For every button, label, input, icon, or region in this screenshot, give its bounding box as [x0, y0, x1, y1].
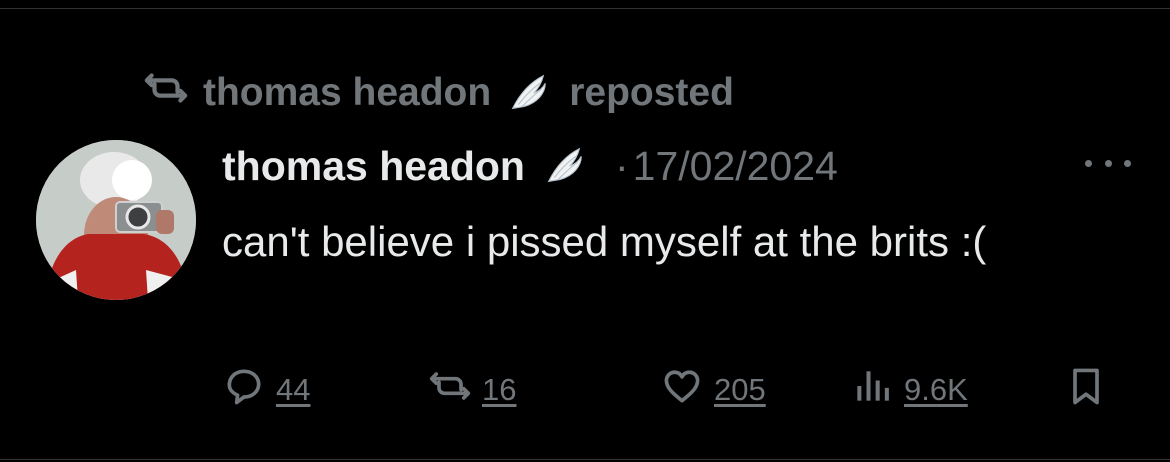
repost-icon — [428, 364, 482, 416]
tweet-header: thomas headon ·17/02/2024 — [222, 140, 838, 192]
tweet-meta: ·17/02/2024 — [605, 143, 838, 190]
bookmark-button[interactable] — [1064, 360, 1118, 420]
separator-dot: · — [614, 142, 629, 189]
views-count: 9.6K — [904, 372, 968, 407]
tweet-date[interactable]: 17/02/2024 — [633, 143, 838, 189]
reply-button[interactable]: 44 — [222, 360, 310, 420]
more-dot — [1085, 159, 1092, 167]
more-dot — [1104, 159, 1112, 167]
reposter-name[interactable]: thomas headon — [203, 71, 491, 115]
like-icon — [660, 364, 714, 416]
author-name[interactable]: thomas headon — [222, 143, 525, 190]
reply-count: 44 — [276, 372, 311, 407]
repost-indicator[interactable]: thomas headon reposted — [143, 70, 734, 116]
like-button[interactable]: 205 — [660, 360, 766, 420]
repost-icon — [143, 65, 203, 121]
tweet-actions: 44 16 205 9.6K — [222, 360, 1112, 420]
bottom-divider — [0, 459, 1170, 460]
more-dot — [1124, 159, 1131, 167]
repost-button[interactable]: 16 — [428, 360, 516, 420]
tweet-text: can't believe i pissed myself at the bri… — [222, 218, 987, 265]
wing-emoji-icon — [505, 70, 551, 116]
top-divider — [0, 8, 1170, 9]
repost-label: reposted — [569, 71, 734, 114]
repost-count: 16 — [482, 372, 517, 407]
reply-icon — [222, 364, 276, 416]
bookmark-icon — [1064, 364, 1118, 416]
avatar[interactable] — [36, 140, 196, 300]
views-icon — [850, 364, 904, 416]
wing-emoji-icon — [541, 143, 587, 189]
like-count: 205 — [714, 372, 766, 407]
views-button[interactable]: 9.6K — [850, 360, 968, 420]
more-options-button[interactable] — [1085, 145, 1131, 181]
